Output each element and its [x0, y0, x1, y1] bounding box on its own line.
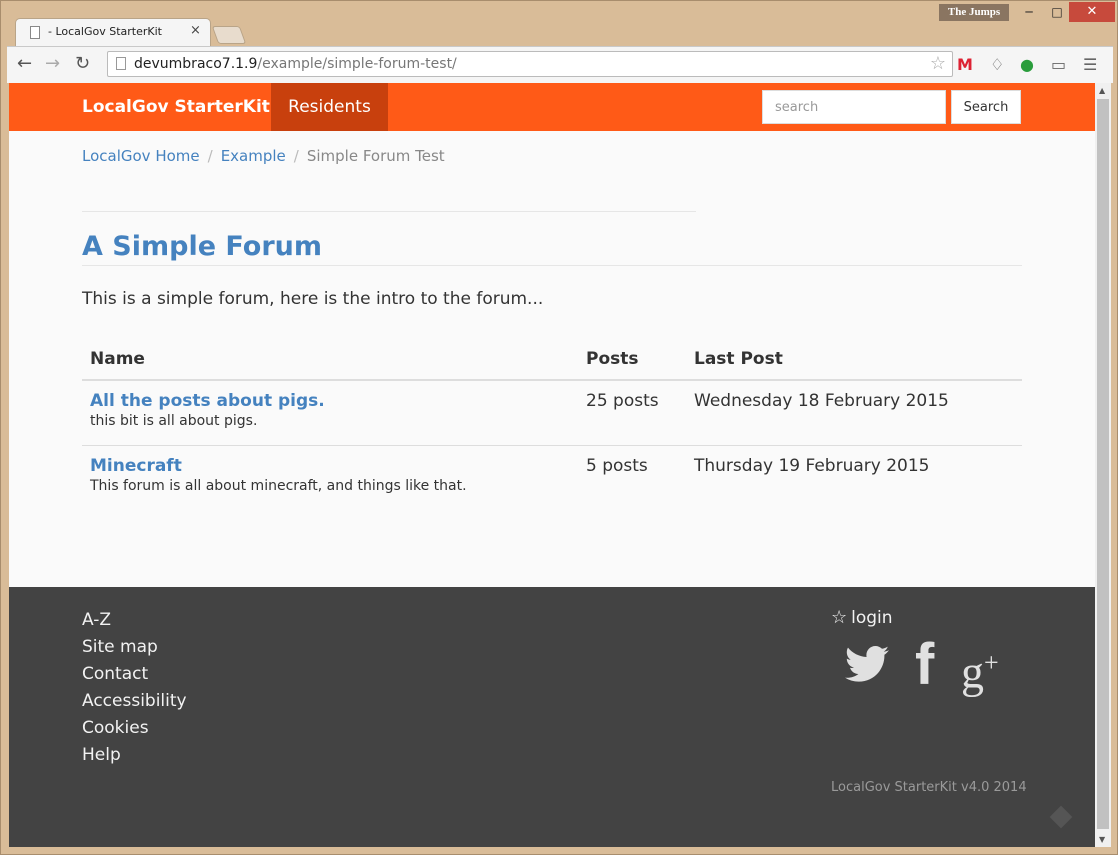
browser-tab[interactable]: - LocalGov StarterKit × — [15, 18, 211, 46]
reload-icon[interactable]: ↻ — [75, 53, 90, 74]
forward-icon[interactable]: → — [45, 53, 60, 74]
forum-name-cell: Minecraft This forum is all about minecr… — [82, 446, 578, 511]
column-header-name: Name — [82, 345, 578, 381]
table-row: Minecraft This forum is all about minecr… — [82, 446, 1022, 511]
divider — [82, 211, 696, 212]
browser-toolbar: ← → ↻ devumbraco7.1.9/example/simple-for… — [7, 46, 1113, 83]
notifications-bell-icon[interactable]: ♢ — [990, 55, 1004, 74]
list-item: Site map — [82, 634, 187, 661]
list-item: Cookies — [82, 715, 187, 742]
footer-link-cookies[interactable]: Cookies — [82, 718, 149, 738]
table-row: All the posts about pigs. this bit is al… — [82, 380, 1022, 446]
forum-link[interactable]: All the posts about pigs. — [90, 391, 570, 411]
maximize-button[interactable]: □ — [1043, 2, 1071, 22]
back-icon[interactable]: ← — [17, 53, 32, 74]
page-icon — [30, 26, 40, 39]
page-viewport: LocalGov StarterKit Residents Search Loc… — [9, 83, 1095, 847]
footer-link-accessibility[interactable]: Accessibility — [82, 691, 187, 711]
login-label: login — [851, 608, 893, 628]
breadcrumb-example[interactable]: Example — [221, 147, 286, 165]
new-tab-button[interactable] — [211, 26, 247, 44]
browser-window: - LocalGov StarterKit × The Jumps ─ □ ✕ … — [0, 0, 1118, 855]
google-plus-icon[interactable]: g+ — [961, 635, 999, 700]
column-header-last-post: Last Post — [686, 345, 1022, 381]
menu-icon[interactable]: ☰ — [1083, 55, 1097, 74]
brand-link[interactable]: LocalGov StarterKit — [82, 97, 270, 117]
search-input[interactable] — [762, 90, 946, 124]
forum-link[interactable]: Minecraft — [90, 456, 570, 476]
list-item: A-Z — [82, 607, 187, 634]
page-icon — [116, 57, 126, 70]
gmail-icon[interactable]: M — [957, 55, 973, 74]
star-icon: ☆ — [831, 607, 848, 628]
forum-intro: This is a simple forum, here is the intr… — [82, 289, 544, 309]
scroll-up-icon[interactable]: ▲ — [1099, 86, 1105, 95]
address-bar[interactable]: devumbraco7.1.9/example/simple-forum-tes… — [107, 51, 953, 77]
breadcrumb: LocalGov Home / Example / Simple Forum Test — [82, 147, 445, 165]
footer-version: LocalGov StarterKit v4.0 2014 — [831, 780, 1027, 795]
forum-description: This forum is all about minecraft, and t… — [90, 478, 467, 494]
footer-link-site-map[interactable]: Site map — [82, 637, 158, 657]
breadcrumb-current: Simple Forum Test — [306, 147, 445, 165]
forum-table: Name Posts Last Post All the posts about… — [82, 345, 1022, 510]
nav-item-residents[interactable]: Residents — [271, 83, 388, 131]
footer-link-help[interactable]: Help — [82, 745, 121, 765]
forum-posts-cell: 5 posts — [586, 456, 648, 476]
site-footer: A-Z Site map Contact Accessibility Cooki… — [9, 587, 1095, 847]
facebook-icon[interactable]: f — [915, 636, 934, 694]
minimize-button[interactable]: ─ — [1015, 2, 1043, 22]
url-text[interactable]: devumbraco7.1.9/example/simple-forum-tes… — [134, 56, 457, 72]
twitter-icon[interactable] — [843, 641, 891, 689]
title-bar: - LocalGov StarterKit × The Jumps ─ □ ✕ — [1, 1, 1117, 47]
login-link[interactable]: ☆ login — [831, 607, 893, 628]
site-navbar: LocalGov StarterKit Residents Search — [9, 83, 1095, 131]
footer-links: A-Z Site map Contact Accessibility Cooki… — [82, 607, 187, 769]
list-item: Contact — [82, 661, 187, 688]
list-item: Help — [82, 742, 187, 769]
list-item: Accessibility — [82, 688, 187, 715]
column-header-posts: Posts — [578, 345, 686, 381]
tab-title: - LocalGov StarterKit — [48, 25, 162, 38]
forum-name-cell: All the posts about pigs. this bit is al… — [82, 380, 578, 446]
forum-posts-cell: 25 posts — [578, 380, 686, 446]
footer-link-a-z[interactable]: A-Z — [82, 610, 111, 630]
tab-close-icon[interactable]: × — [190, 23, 201, 38]
bookmark-star-icon[interactable]: ☆ — [930, 53, 946, 74]
breadcrumb-separator: / — [207, 147, 213, 165]
hangouts-icon[interactable]: ● — [1020, 55, 1034, 74]
forum-description: this bit is all about pigs. — [90, 413, 258, 429]
forum-last-post-cell: Wednesday 18 February 2015 — [686, 380, 1022, 446]
footer-link-contact[interactable]: Contact — [82, 664, 148, 684]
profile-badge[interactable]: The Jumps — [939, 4, 1009, 21]
scrollbar-thumb[interactable] — [1097, 99, 1109, 829]
breadcrumb-home[interactable]: LocalGov Home — [82, 147, 200, 165]
divider — [82, 265, 1022, 266]
forum-last-post-cell: Thursday 19 February 2015 — [694, 456, 930, 476]
table-header-row: Name Posts Last Post — [82, 345, 1022, 381]
scroll-down-icon[interactable]: ▼ — [1099, 835, 1105, 844]
close-window-button[interactable]: ✕ — [1069, 2, 1115, 22]
breadcrumb-separator: / — [293, 147, 299, 165]
search-button[interactable]: Search — [951, 90, 1021, 124]
cast-icon[interactable]: ▭ — [1051, 55, 1066, 74]
page-scrollbar[interactable]: ▲ ▼ — [1095, 83, 1111, 847]
feedly-icon[interactable] — [1049, 805, 1073, 829]
page-title: A Simple Forum — [82, 231, 322, 262]
